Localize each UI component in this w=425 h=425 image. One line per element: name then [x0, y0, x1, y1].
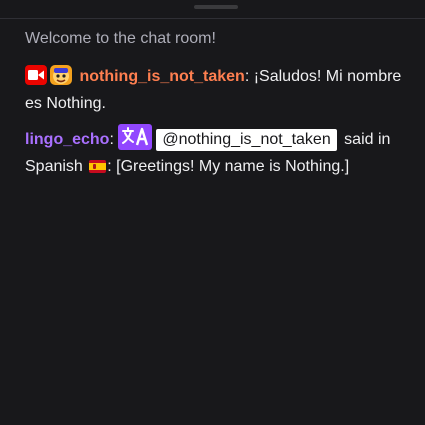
username-separator: : — [109, 131, 114, 148]
chat-username[interactable]: nothing_is_not_taken — [79, 68, 244, 85]
message-text: : [Greetings! My name is Nothing.] — [107, 158, 350, 175]
emote-badge-icon[interactable] — [50, 65, 72, 85]
mention-chip[interactable]: @nothing_is_not_taken — [156, 129, 337, 151]
chat-username[interactable]: lingo_echo — [25, 131, 109, 148]
chat-log: Welcome to the chat room! nothing_is_not… — [25, 28, 410, 187]
live-camera-icon[interactable] — [25, 65, 47, 85]
chat-header — [0, 0, 425, 19]
drag-handle[interactable] — [194, 5, 238, 9]
spain-flag-icon — [89, 160, 107, 173]
chat-message: lingo_echo: @nothing_is_not_taken said i… — [25, 124, 410, 180]
welcome-message: Welcome to the chat room! — [25, 30, 216, 47]
translate-icon[interactable] — [118, 124, 153, 150]
chat-message: nothing_is_not_taken: ¡Saludos! Mi nombr… — [25, 63, 410, 117]
